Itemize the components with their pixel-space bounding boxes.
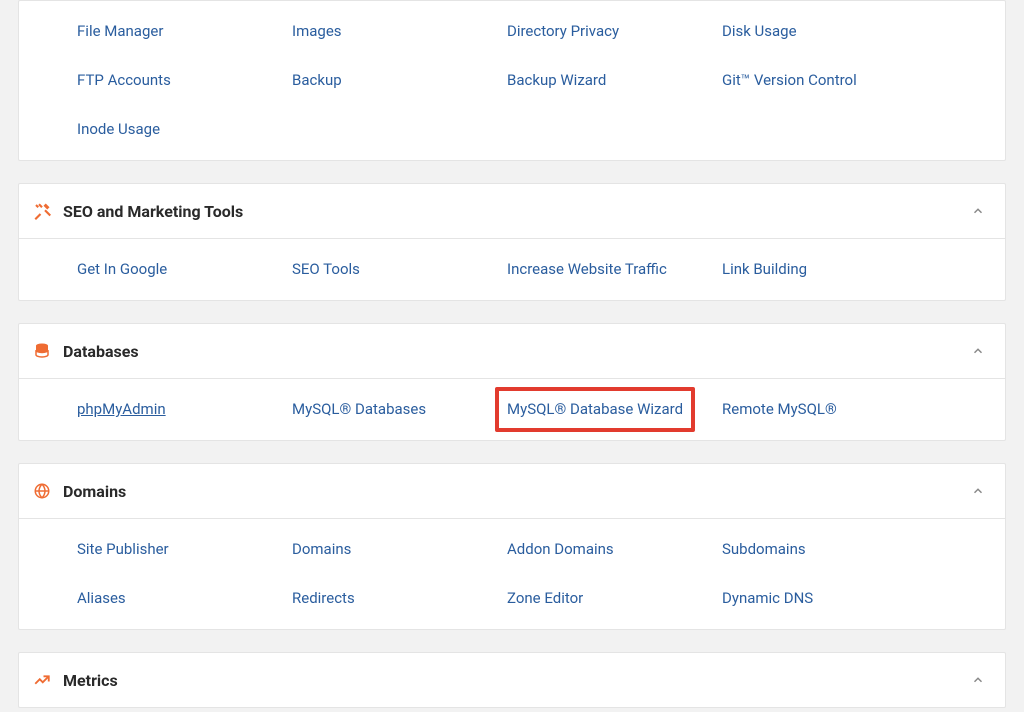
link-mysql-database-wizard[interactable]: MySQL® Database Wizard [495,387,695,432]
panel-body-files: File Manager Images Directory Privacy Di… [19,1,1005,160]
link-redirects[interactable]: Redirects [292,588,507,609]
cpanel-feature-list: File Manager Images Directory Privacy Di… [0,0,1024,708]
link-site-publisher[interactable]: Site Publisher [77,539,292,560]
database-icon [31,340,53,362]
panel-header-seo[interactable]: SEO and Marketing Tools [19,184,1005,239]
link-backup-wizard[interactable]: Backup Wizard [507,70,722,91]
link-increase-website-traffic[interactable]: Increase Website Traffic [507,259,722,280]
link-backup[interactable]: Backup [292,70,507,91]
link-phpmyadmin[interactable]: phpMyAdmin [77,399,292,420]
chevron-up-icon [971,673,985,687]
link-images[interactable]: Images [292,21,507,42]
link-zone-editor[interactable]: Zone Editor [507,588,722,609]
link-grid-seo: Get In Google SEO Tools Increase Website… [19,253,1005,286]
link-mysql-databases[interactable]: MySQL® Databases [292,399,507,420]
tools-icon [31,200,53,222]
panel-header-metrics[interactable]: Metrics [19,653,1005,707]
panel-body-seo: Get In Google SEO Tools Increase Website… [19,239,1005,300]
chevron-up-icon [971,484,985,498]
link-inode-usage[interactable]: Inode Usage [77,119,292,140]
link-ftp-accounts[interactable]: FTP Accounts [77,70,292,91]
panel-seo: SEO and Marketing Tools Get In Google SE… [18,183,1006,301]
link-directory-privacy[interactable]: Directory Privacy [507,21,722,42]
link-git-version-control[interactable]: Git™ Version Control [722,70,937,91]
link-subdomains[interactable]: Subdomains [722,539,937,560]
panel-body-databases: phpMyAdmin MySQL® Databases MySQL® Datab… [19,379,1005,440]
panel-databases: Databases phpMyAdmin MySQL® Databases My… [18,323,1006,441]
panel-metrics: Metrics [18,652,1006,708]
link-grid-files: File Manager Images Directory Privacy Di… [19,15,1005,146]
chart-icon [31,669,53,691]
link-link-building[interactable]: Link Building [722,259,937,280]
link-remote-mysql[interactable]: Remote MySQL® [722,399,937,420]
link-aliases[interactable]: Aliases [77,588,292,609]
link-grid-domains: Site Publisher Domains Addon Domains Sub… [19,533,1005,615]
link-file-manager[interactable]: File Manager [77,21,292,42]
panel-title-databases: Databases [63,342,971,361]
panel-title-domains: Domains [63,482,971,501]
link-get-in-google[interactable]: Get In Google [77,259,292,280]
link-dynamic-dns[interactable]: Dynamic DNS [722,588,937,609]
panel-header-domains[interactable]: Domains [19,464,1005,519]
panel-title-seo: SEO and Marketing Tools [63,202,971,221]
link-seo-tools[interactable]: SEO Tools [292,259,507,280]
link-disk-usage[interactable]: Disk Usage [722,21,937,42]
globe-icon [31,480,53,502]
link-grid-databases: phpMyAdmin MySQL® Databases MySQL® Datab… [19,393,1005,426]
panel-title-metrics: Metrics [63,671,971,690]
chevron-up-icon [971,344,985,358]
panel-body-domains: Site Publisher Domains Addon Domains Sub… [19,519,1005,629]
panel-domains: Domains Site Publisher Domains Addon Dom… [18,463,1006,630]
panel-header-databases[interactable]: Databases [19,324,1005,379]
panel-files: File Manager Images Directory Privacy Di… [18,0,1006,161]
link-addon-domains[interactable]: Addon Domains [507,539,722,560]
chevron-up-icon [971,204,985,218]
link-domains[interactable]: Domains [292,539,507,560]
